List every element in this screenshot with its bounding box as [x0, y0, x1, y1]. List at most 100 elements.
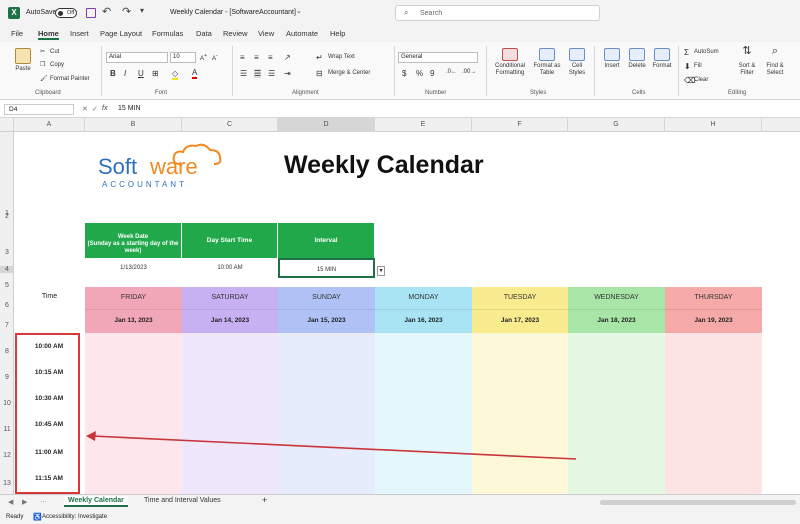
- bold-icon[interactable]: B: [110, 69, 116, 78]
- decimal-increase-icon[interactable]: .0←: [446, 69, 457, 75]
- row-header[interactable]: 6: [0, 302, 14, 309]
- accessibility-status[interactable]: Accessibility: Investigate: [42, 514, 107, 520]
- add-sheet-button[interactable]: +: [262, 495, 267, 505]
- borders-icon[interactable]: ⊞: [152, 69, 159, 78]
- row-header[interactable]: 5: [0, 282, 14, 289]
- paste-button[interactable]: Paste: [10, 48, 36, 73]
- tab-help[interactable]: Help: [330, 29, 345, 38]
- column-header-e[interactable]: E: [375, 118, 472, 132]
- cancel-entry-icon[interactable]: ✕: [82, 105, 88, 113]
- column-header-d[interactable]: D: [278, 118, 375, 132]
- tab-formulas[interactable]: Formulas: [152, 29, 183, 38]
- interval-dropdown-button[interactable]: ▾: [377, 266, 385, 276]
- autosave-toggle[interactable]: Off: [55, 8, 77, 18]
- horizontal-scrollbar[interactable]: [600, 500, 796, 505]
- font-color-icon[interactable]: A: [192, 68, 198, 79]
- align-right-icon[interactable]: ☰: [268, 69, 275, 78]
- tab-file[interactable]: File: [11, 29, 23, 38]
- row-header[interactable]: 13: [0, 480, 14, 487]
- decimal-decrease-icon[interactable]: .00→: [462, 69, 476, 75]
- time-slot[interactable]: 10:15 AM: [18, 369, 80, 376]
- interval-value[interactable]: 15 MIN: [278, 258, 375, 278]
- fill-button[interactable]: Fill: [694, 63, 702, 69]
- day-start-time-value[interactable]: 10:00 AM: [182, 258, 278, 278]
- title-dropdown-icon[interactable]: ⌄: [296, 7, 302, 15]
- clear-button[interactable]: Clear: [694, 77, 708, 83]
- align-left-icon[interactable]: ☰: [240, 69, 247, 78]
- day-column-body[interactable]: [375, 333, 472, 494]
- tab-review[interactable]: Review: [223, 29, 248, 38]
- column-header-f[interactable]: F: [472, 118, 568, 132]
- italic-icon[interactable]: I: [124, 69, 126, 78]
- font-size-select[interactable]: 10: [170, 52, 196, 63]
- sort-filter-button[interactable]: ⇅ Sort & Filter: [735, 46, 759, 77]
- find-select-button[interactable]: ⌕ Find & Select: [762, 46, 788, 77]
- currency-icon[interactable]: $: [402, 69, 406, 78]
- delete-cells-button[interactable]: Delete: [625, 48, 649, 70]
- day-column-body[interactable]: [85, 333, 182, 494]
- time-slot[interactable]: 10:45 AM: [18, 421, 80, 428]
- orientation-icon[interactable]: ↗: [284, 53, 291, 62]
- tab-data[interactable]: Data: [196, 29, 212, 38]
- cut-button[interactable]: Cut: [50, 49, 59, 55]
- confirm-entry-icon[interactable]: ✓: [92, 105, 98, 113]
- conditional-formatting-button[interactable]: Conditional Formatting: [490, 48, 530, 77]
- sheet-tab-weekly-calendar[interactable]: Weekly Calendar: [64, 496, 128, 507]
- day-column-body[interactable]: [472, 333, 568, 494]
- row-header[interactable]: 7: [0, 322, 14, 329]
- day-column-body[interactable]: [278, 333, 375, 494]
- scroll-tabs-right-icon[interactable]: ▶: [22, 498, 27, 506]
- format-painter-button[interactable]: Format Painter: [50, 76, 90, 82]
- fill-color-icon[interactable]: ◇: [172, 69, 179, 80]
- wrap-text-button[interactable]: Wrap Text: [328, 54, 355, 60]
- copy-button[interactable]: Copy: [50, 62, 64, 68]
- tab-view[interactable]: View: [258, 29, 274, 38]
- select-all-corner[interactable]: [0, 118, 14, 132]
- search-box[interactable]: ⌕ Search: [395, 5, 600, 21]
- percent-icon[interactable]: %: [416, 69, 423, 78]
- column-header-h[interactable]: H: [665, 118, 762, 132]
- scroll-tabs-left-icon[interactable]: ◀: [8, 498, 13, 506]
- format-cells-button[interactable]: Format: [650, 48, 674, 70]
- row-header[interactable]: 8: [0, 348, 14, 355]
- align-center-icon[interactable]: ☰: [254, 69, 262, 78]
- week-date-value[interactable]: 1/13/2023: [85, 258, 182, 278]
- tab-page-layout[interactable]: Page Layout: [100, 29, 142, 38]
- row-header[interactable]: 10: [0, 400, 14, 407]
- insert-cells-button[interactable]: Insert: [600, 48, 624, 70]
- tabs-more-icon[interactable]: …: [40, 497, 47, 504]
- comma-icon[interactable]: 9: [430, 69, 434, 78]
- format-as-table-button[interactable]: Format as Table: [531, 48, 563, 77]
- align-top-icon[interactable]: ≡: [240, 53, 245, 62]
- tab-home[interactable]: Home: [38, 29, 59, 40]
- time-slot[interactable]: 10:00 AM: [18, 343, 80, 350]
- decrease-font-icon[interactable]: A-: [212, 53, 218, 62]
- time-slot[interactable]: 10:30 AM: [18, 395, 80, 402]
- increase-font-icon[interactable]: A+: [200, 53, 207, 62]
- time-slot[interactable]: 11:15 AM: [18, 475, 80, 482]
- tab-insert[interactable]: Insert: [70, 29, 89, 38]
- day-column-body[interactable]: [568, 333, 665, 494]
- column-header-b[interactable]: B: [85, 118, 182, 132]
- merge-center-button[interactable]: Merge & Center: [328, 70, 370, 76]
- day-column-body[interactable]: [665, 333, 762, 494]
- indent-icon[interactable]: ⇥: [284, 69, 291, 78]
- row-header[interactable]: 2: [0, 213, 14, 220]
- column-header-a[interactable]: A: [14, 118, 85, 132]
- undo-icon[interactable]: ↶: [102, 5, 111, 18]
- redo-icon[interactable]: ↷: [122, 5, 131, 18]
- font-name-select[interactable]: Arial: [106, 52, 168, 63]
- save-icon[interactable]: [86, 8, 96, 18]
- tab-automate[interactable]: Automate: [286, 29, 318, 38]
- row-header[interactable]: 11: [0, 426, 14, 433]
- customize-toolbar-icon[interactable]: ▾: [140, 6, 144, 15]
- align-middle-icon[interactable]: ≡: [254, 53, 259, 62]
- row-header[interactable]: 12: [0, 452, 14, 459]
- row-header[interactable]: 3: [0, 249, 14, 256]
- cell-styles-button[interactable]: Cell Styles: [565, 48, 589, 77]
- sheet-tab-time-interval[interactable]: Time and Interval Values: [144, 497, 221, 504]
- row-header[interactable]: 4: [0, 266, 14, 273]
- formula-input[interactable]: 15 MIN: [118, 105, 141, 112]
- row-header[interactable]: 9: [0, 374, 14, 381]
- time-slot[interactable]: 11:00 AM: [18, 449, 80, 456]
